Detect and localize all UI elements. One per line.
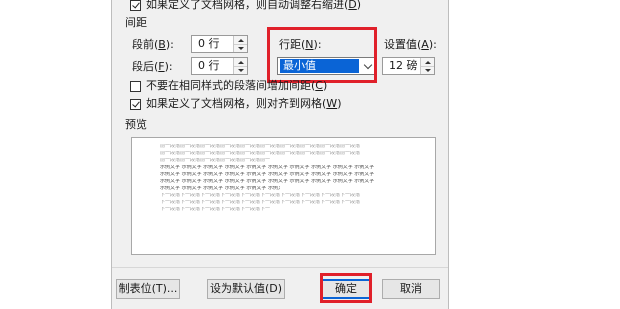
ok-button-highlight [320,273,372,303]
auto-indent-label: 如果定义了文档网格，则自动调整右缩进(D) [146,0,362,11]
preview-next-line: 下一段落下一段落下一段落下一段落下一段落下一段落下一段落下一段落下一段落下一段落 [160,200,361,205]
preview-sample-line: 示例文字 示例文字 示例文字 示例文字 示例文字 示例文字 示例文字 示例文字 … [160,179,375,184]
preview-sample-line: 示例文字 示例文字 示例文字 示例文字 示例文字 示例文字 示例文字 示例文字 … [160,172,375,177]
before-label: 段前(B): [132,38,174,51]
caret-down-icon [237,46,244,50]
preview-prev-line: 前一段落前一段落前一段落前一段落前一段落前一段落前一段落前一段落前一段落前一段落 [160,158,270,163]
caret-down-icon [424,68,431,72]
tabs-button[interactable]: 制表位(T)... [116,279,180,299]
paragraph-dialog: 如果定义了文档网格，则自动调整右缩进(D) 间距 段前(B): 0 行 段后(F… [111,0,449,309]
setting-value-spinner[interactable]: 12 磅 [382,57,435,75]
after-label: 段后(F): [132,60,173,73]
preview-section-title: 预览 [125,118,147,131]
preview-pane: 前一段落前一段落前一段落前一段落前一段落前一段落前一段落前一段落前一段落前一段落… [131,137,436,255]
preview-prev-line: 前一段落前一段落前一段落前一段落前一段落前一段落前一段落前一段落前一段落前一段落 [160,151,361,156]
before-value[interactable]: 0 行 [198,37,220,51]
snap-grid-label: 如果定义了文档网格，则对齐到网格(W) [146,97,342,110]
caret-up-icon [237,38,244,42]
set-default-button[interactable]: 设为默认值(D) [207,279,285,299]
caret-up-icon [237,60,244,64]
snap-grid-checkbox[interactable] [130,99,141,110]
line-spacing-highlight [267,27,377,83]
preview-sample-line: 示例文字 示例文字 示例文字 示例文字 示例文字 示例文字 示例文字 示例文字 … [160,165,375,170]
before-down-button[interactable] [234,44,247,52]
preview-next-line: 下一段落下一段落下一段落下一段落下一段落下一段落下一段落下一段落下一段落下一段落 [160,193,361,198]
after-spinner[interactable]: 0 行 [191,57,248,75]
spacing-section-title: 间距 [125,16,147,29]
after-value[interactable]: 0 行 [198,59,220,73]
setting-value-value[interactable]: 12 磅 [389,59,418,73]
caret-up-icon [424,60,431,64]
preview-sample-line: 示例文字 示例文字 示例文字 示例文字 示例文字 示例文字 示例文字 示例文字 … [160,186,280,191]
cancel-button[interactable]: 取消 [382,279,440,299]
after-down-button[interactable] [234,66,247,74]
before-spinner[interactable]: 0 行 [191,35,248,53]
footer-separator [112,267,448,268]
caret-down-icon [237,68,244,72]
preview-next-line: 下一段落下一段落下一段落下一段落下一段落下一段落下一段落下一段落下一段落下一段落 [160,207,270,212]
setting-down-button[interactable] [421,66,434,74]
no-space-checkbox[interactable] [130,81,141,92]
no-space-label: 不要在相同样式的段落间增加间距(C) [146,79,328,92]
auto-indent-checkbox[interactable] [130,0,141,11]
setting-value-label: 设置值(A): [384,38,437,51]
preview-prev-line: 前一段落前一段落前一段落前一段落前一段落前一段落前一段落前一段落前一段落前一段落 [160,144,361,149]
